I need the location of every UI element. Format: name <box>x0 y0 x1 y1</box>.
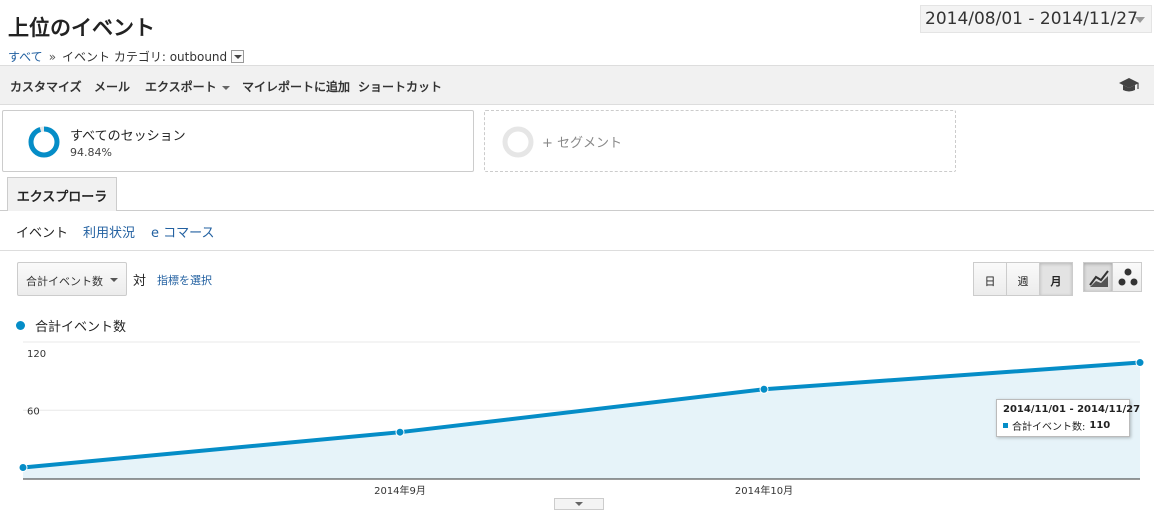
chart-expand-button[interactable] <box>554 498 604 510</box>
data-point <box>18 463 28 472</box>
subnav-ecommerce[interactable]: e コマース <box>151 222 214 241</box>
add-to-dashboard-button[interactable]: マイレポートに追加 <box>242 78 350 95</box>
subnav-usage[interactable]: 利用状況 <box>83 222 135 241</box>
breadcrumb: すべて » イベント カテゴリ: outbound <box>8 48 245 65</box>
data-point <box>1135 358 1145 368</box>
granularity-week-button[interactable]: 週 <box>1006 262 1040 296</box>
export-button[interactable]: エクスポート <box>145 78 230 95</box>
motion-chart-icon <box>1118 268 1138 286</box>
segment-card-all-sessions[interactable]: すべてのセッション 94.84% <box>2 110 474 172</box>
line-chart-toggle[interactable] <box>1083 262 1113 292</box>
data-point <box>395 427 405 437</box>
legend-label: 合計イベント数 <box>35 320 127 335</box>
data-point <box>759 384 769 394</box>
granularity-month-button[interactable]: 月 <box>1039 262 1073 296</box>
series-area <box>23 362 1140 479</box>
report-toolbar: カスタマイズ メール エクスポート マイレポートに追加 ショートカット <box>0 65 1154 105</box>
tooltip-value: 110 <box>1089 420 1111 431</box>
motion-chart-toggle[interactable] <box>1112 262 1142 292</box>
shortcut-button[interactable]: ショートカット <box>358 78 442 95</box>
vs-label: 対 <box>133 274 147 289</box>
metric-select[interactable]: 合計イベント数 <box>17 262 127 296</box>
segment-percent: 94.84% <box>70 146 112 159</box>
customize-button[interactable]: カスタマイズ <box>10 78 82 95</box>
chevron-down-icon <box>221 85 230 90</box>
tooltip-range: 2014/11/01 - 2014/11/27 <box>1003 404 1141 415</box>
breadcrumb-root-link[interactable]: すべて <box>8 48 43 65</box>
y-tick-label: 60 <box>27 406 40 417</box>
metric-select-value: 合計イベント数 <box>26 275 103 288</box>
empty-ring-icon <box>502 126 534 158</box>
y-tick-label: 120 <box>27 349 46 360</box>
x-tick-label: 2014年10月 <box>735 484 793 497</box>
chevron-down-icon <box>110 278 118 282</box>
line-chart-icon <box>1089 270 1109 287</box>
date-range-text: 2014/08/01 - 2014/11/27 <box>925 9 1138 29</box>
add-segment-card[interactable]: + セグメント <box>484 110 956 172</box>
breadcrumb-dropdown-button[interactable] <box>231 50 245 63</box>
breadcrumb-current: イベント カテゴリ: outbound <box>62 50 228 64</box>
page-title: 上位のイベント <box>8 16 155 40</box>
export-label: エクスポート <box>145 80 217 94</box>
granularity-day-button[interactable]: 日 <box>973 262 1007 296</box>
tooltip-row: 合計イベント数: 110 <box>1003 418 1123 433</box>
chart-tooltip: 2014/11/01 - 2014/11/27 合計イベント数: 110 <box>996 399 1141 437</box>
tooltip-swatch <box>1003 423 1008 428</box>
x-tick-label: 2014年9月 <box>374 484 426 497</box>
graduation-cap-icon[interactable] <box>1118 76 1140 94</box>
subnav-events[interactable]: イベント <box>16 222 68 241</box>
divider <box>0 250 1154 251</box>
tooltip-label: 合計イベント数: <box>1012 422 1086 433</box>
chart-legend: 合計イベント数 <box>16 316 126 335</box>
area-chart[interactable]: 120 60 2014年9月 2014年10月 <box>0 338 1154 498</box>
segment-name: すべてのセッション <box>70 129 186 144</box>
select-metric-link[interactable]: 指標を選択 <box>157 272 212 288</box>
tab-bar-line <box>0 210 1154 211</box>
chevron-down-icon <box>1135 17 1145 23</box>
legend-dot <box>16 321 25 330</box>
email-button[interactable]: メール <box>94 78 130 95</box>
breadcrumb-separator: » <box>48 49 57 64</box>
segment-ring-icon <box>28 126 60 158</box>
tab-explorer[interactable]: エクスプローラ <box>7 177 117 211</box>
add-segment-label: + セグメント <box>542 136 623 151</box>
date-range-picker[interactable]: 2014/08/01 - 2014/11/27 <box>920 5 1152 33</box>
